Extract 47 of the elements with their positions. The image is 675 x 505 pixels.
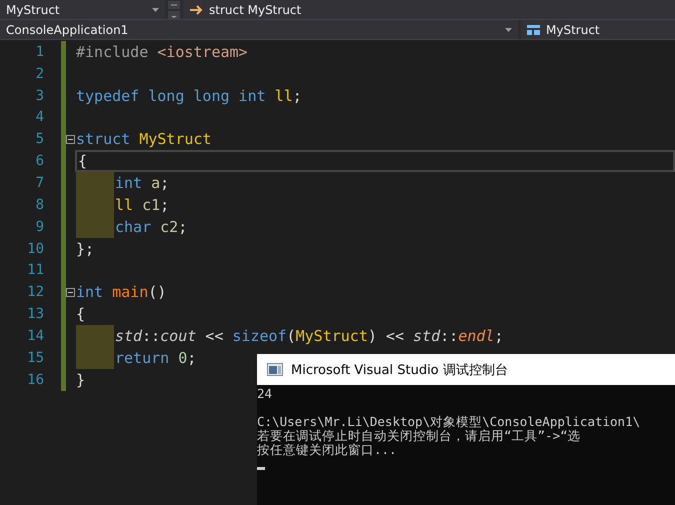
line-number: 4 xyxy=(36,109,44,126)
line-number: 9 xyxy=(36,218,44,235)
code-line: typedef long long int ll; xyxy=(76,86,302,105)
code-line: int a; xyxy=(115,174,170,192)
code-line: return 0; xyxy=(115,348,196,367)
code-line: } xyxy=(76,370,86,389)
code-line: #include <iostream> xyxy=(76,42,248,61)
caret-icon xyxy=(505,28,512,32)
console-title: Microsoft Visual Studio 调试控制台 xyxy=(291,362,508,378)
line-number: 3 xyxy=(36,88,44,104)
code-line: { xyxy=(78,152,88,170)
line-number: 7 xyxy=(36,174,44,191)
code-line: struct MyStruct xyxy=(76,130,212,148)
struct-icon xyxy=(527,24,540,34)
code-line: { xyxy=(76,305,86,324)
line-number: 8 xyxy=(36,196,44,213)
member-dropdown[interactable]: struct MyStruct xyxy=(183,0,675,19)
collapse-icon[interactable] xyxy=(66,288,75,297)
console-app-icon xyxy=(267,363,283,376)
code-line: ll c1; xyxy=(115,196,170,214)
code-line: }; xyxy=(76,240,94,258)
line-number: 12 xyxy=(27,284,44,300)
console-output: 按任意键关闭此窗口... xyxy=(257,442,397,457)
code-line: std::cout << sizeof(MyStruct) << std::endl; xyxy=(115,326,504,345)
line-number: 16 xyxy=(27,372,44,388)
line-number: 1 xyxy=(36,44,44,60)
line-number: 14 xyxy=(27,328,44,344)
console-output: 24 xyxy=(257,386,272,401)
collapse-icon[interactable] xyxy=(66,134,75,144)
code-line: char c2; xyxy=(115,218,188,236)
project-dropdown[interactable]: ConsoleApplication1 xyxy=(0,20,518,39)
symbol-dropdown[interactable]: MyStruct xyxy=(521,20,675,39)
line-number: 5 xyxy=(36,131,44,148)
line-number: 10 xyxy=(27,240,44,257)
text-cursor xyxy=(257,467,265,470)
line-number: 13 xyxy=(27,306,44,322)
console-output: 若要在调试停止时自动关闭控制台，请启用“工具”->“选 xyxy=(257,428,581,443)
caret-icon xyxy=(152,8,159,12)
line-number: 15 xyxy=(27,350,44,366)
line-number: 11 xyxy=(27,262,44,278)
scroll-buttons-icon[interactable] xyxy=(168,0,180,19)
scope-dropdown[interactable]: MyStruct xyxy=(0,0,165,19)
line-number: 6 xyxy=(36,153,44,170)
line-number: 2 xyxy=(36,66,44,82)
arrow-icon xyxy=(189,4,203,14)
code-line: int main() xyxy=(76,283,166,302)
console-output: C:\Users\Mr.Li\Desktop\对象模型\ConsoleApplication1\ xyxy=(257,414,640,429)
